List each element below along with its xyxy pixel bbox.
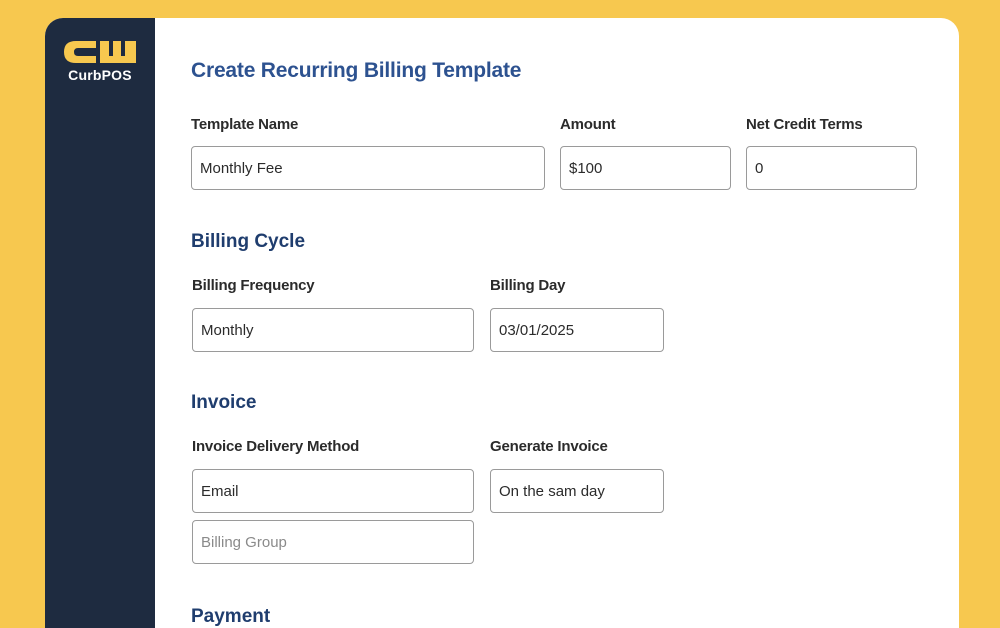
invoice-delivery-method-input[interactable]: [192, 469, 474, 513]
main-content: Create Recurring Billing Template Templa…: [155, 18, 959, 628]
template-name-label: Template Name: [191, 116, 299, 133]
payment-heading: Payment: [191, 606, 271, 627]
billing-frequency-input[interactable]: [192, 308, 474, 352]
page-title: Create Recurring Billing Template: [191, 59, 522, 82]
billing-cycle-heading: Billing Cycle: [191, 231, 306, 252]
curbpos-logo-icon: [64, 41, 136, 63]
generate-invoice-label: Generate Invoice: [490, 438, 608, 455]
net-credit-terms-input[interactable]: [746, 146, 917, 190]
generate-invoice-input[interactable]: [490, 469, 664, 513]
billing-day-label: Billing Day: [490, 277, 566, 294]
app-window: CurbPOS Create Recurring Billing Templat…: [45, 18, 959, 628]
amount-input[interactable]: [560, 146, 731, 190]
sidebar: CurbPOS: [45, 18, 155, 628]
brand-name: CurbPOS: [68, 67, 132, 83]
billing-group-input[interactable]: [192, 520, 474, 564]
invoice-delivery-method-label: Invoice Delivery Method: [192, 438, 360, 455]
template-name-input[interactable]: [191, 146, 545, 190]
amount-label: Amount: [560, 116, 616, 133]
billing-frequency-label: Billing Frequency: [192, 277, 315, 294]
invoice-heading: Invoice: [191, 392, 257, 413]
net-credit-terms-label: Net Credit Terms: [746, 116, 863, 133]
billing-day-input[interactable]: [490, 308, 664, 352]
